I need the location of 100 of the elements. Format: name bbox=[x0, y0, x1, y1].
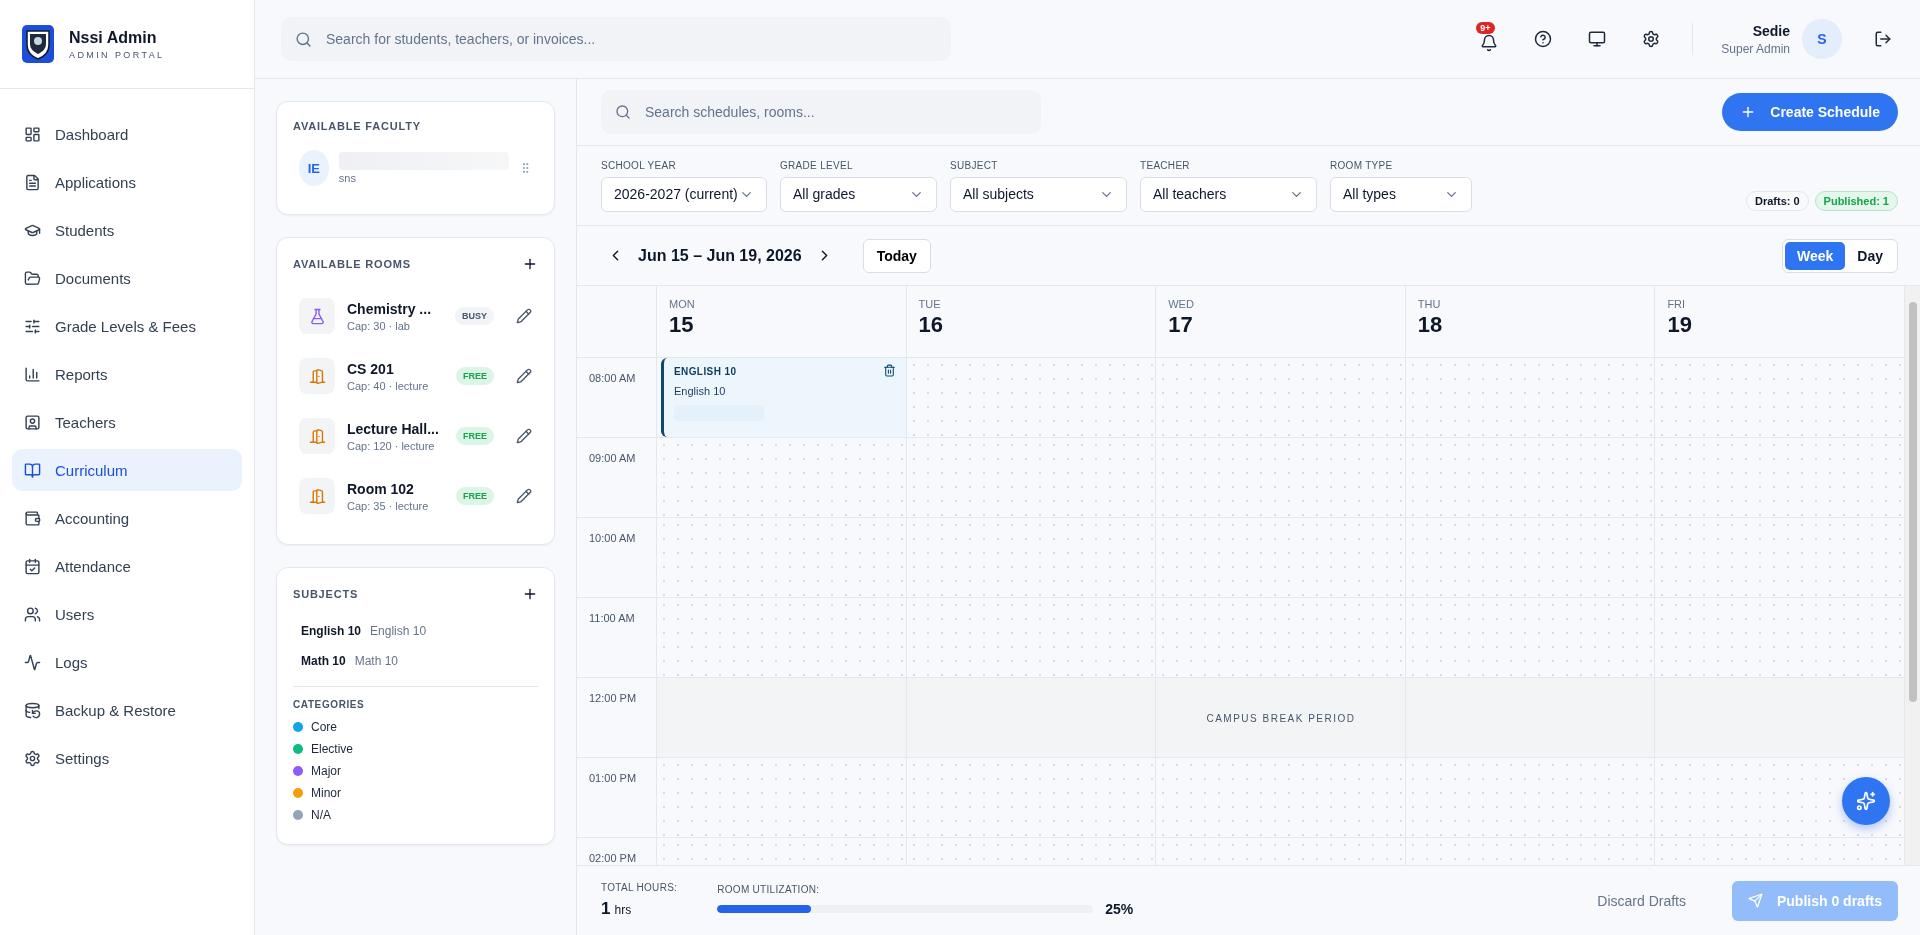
sidebar-item[interactable]: Users bbox=[12, 593, 242, 635]
logout-icon bbox=[1874, 30, 1892, 48]
subject-name: Math 10 bbox=[301, 654, 346, 668]
view-toggle[interactable]: Week bbox=[1785, 241, 1846, 270]
filter-select[interactable]: All types bbox=[1330, 176, 1472, 212]
event-title: English 10 bbox=[674, 385, 727, 397]
filter-select[interactable]: All subjects bbox=[950, 176, 1127, 212]
sidebar-item[interactable]: Grade Levels & Fees bbox=[12, 305, 242, 347]
sliders-icon bbox=[24, 317, 41, 335]
sidebar-item[interactable]: Dashboard bbox=[12, 113, 242, 155]
search-field[interactable]: Search for students, teachers, or invoices... bbox=[281, 17, 951, 61]
subject-description: English 10 bbox=[370, 624, 427, 638]
door-icon bbox=[299, 418, 335, 454]
schedule-search-input[interactable]: Search schedules, rooms... bbox=[643, 103, 1027, 121]
day-name: TUE bbox=[918, 298, 942, 310]
sidebar-item[interactable]: Teachers bbox=[12, 401, 242, 443]
edit-button[interactable] bbox=[516, 368, 532, 384]
stat-label: TOTAL HOURS: bbox=[601, 882, 678, 893]
sidebar-item[interactable]: Curriculum bbox=[12, 449, 242, 491]
stat-label: ROOM UTILIZATION: bbox=[717, 884, 821, 895]
card-title: AVAILABLE FACULTY bbox=[293, 120, 421, 132]
pencil-icon bbox=[516, 428, 532, 444]
notifications-button[interactable]: 9+ bbox=[1476, 22, 1503, 56]
today-button[interactable]: Today bbox=[862, 238, 931, 273]
edit-button[interactable] bbox=[516, 308, 532, 324]
user-role: Super Admin bbox=[1721, 41, 1790, 56]
sidebar-item[interactable]: Logs bbox=[12, 641, 242, 683]
schedule-search-field[interactable]: Search schedules, rooms... bbox=[601, 90, 1041, 134]
time-label: 10:00 AM bbox=[589, 532, 636, 544]
time-label: 08:00 AM bbox=[589, 372, 636, 384]
day-name: WED bbox=[1168, 298, 1195, 310]
room-detail: Cap: 30 · lab bbox=[347, 319, 411, 332]
sidebar-item[interactable]: Reports bbox=[12, 353, 242, 395]
day-date: 16 bbox=[918, 312, 945, 338]
book-icon bbox=[24, 461, 41, 479]
flask-icon bbox=[299, 298, 335, 334]
event-code: ENGLISH 10 bbox=[674, 366, 737, 377]
card-title: SUBJECTS bbox=[293, 588, 359, 600]
room-detail: Cap: 40 · lecture bbox=[347, 379, 430, 392]
room-name: Lecture Hall... bbox=[347, 420, 440, 437]
add-icon[interactable] bbox=[522, 586, 538, 602]
day-date: 17 bbox=[1168, 312, 1194, 338]
sidebar-item[interactable]: Accounting bbox=[12, 497, 242, 539]
send-icon bbox=[1747, 893, 1763, 908]
status-badge: BUSY bbox=[455, 307, 494, 325]
subject-description: Math 10 bbox=[354, 654, 399, 668]
settings-icon bbox=[24, 749, 41, 767]
folder-icon bbox=[24, 269, 41, 287]
sidebar-item[interactable]: Students bbox=[12, 209, 242, 251]
day-name: FRI bbox=[1667, 298, 1687, 310]
database-icon bbox=[24, 701, 41, 719]
brand-title: Nssi Admin bbox=[69, 28, 158, 47]
document-icon bbox=[24, 173, 41, 191]
bell-icon bbox=[1480, 34, 1499, 52]
time-label: 02:00 PM bbox=[589, 852, 637, 864]
sidebar-item[interactable]: Backup & Restore bbox=[12, 689, 242, 731]
activity-icon bbox=[24, 653, 41, 671]
scrollbar[interactable] bbox=[1905, 286, 1920, 865]
break-label: CAMPUS BREAK PERIOD bbox=[1206, 712, 1356, 723]
sidebar-item[interactable]: Documents bbox=[12, 257, 242, 299]
room-name: Room 102 bbox=[347, 480, 415, 497]
edit-button[interactable] bbox=[516, 428, 532, 444]
calendar-check-icon bbox=[24, 557, 41, 575]
create-schedule-button[interactable]: Create Schedule bbox=[1722, 93, 1898, 131]
view-toggle[interactable]: Day bbox=[1845, 241, 1895, 270]
sidebar-item[interactable]: Attendance bbox=[12, 545, 242, 587]
card-title: AVAILABLE ROOMS bbox=[293, 258, 411, 270]
status-badge: FREE bbox=[456, 427, 494, 445]
user-avatar[interactable]: S bbox=[1802, 19, 1842, 59]
category-label: N/A bbox=[311, 808, 331, 822]
edit-button[interactable] bbox=[516, 488, 532, 504]
filter-label: GRADE LEVEL bbox=[780, 159, 854, 171]
filter-select[interactable]: All grades bbox=[780, 176, 937, 212]
filter-select[interactable]: All teachers bbox=[1140, 176, 1317, 212]
door-icon bbox=[299, 478, 335, 514]
filter-label: TEACHER bbox=[1140, 159, 1191, 171]
add-icon[interactable] bbox=[522, 256, 538, 272]
trash-icon bbox=[882, 364, 896, 377]
help-icon bbox=[1534, 30, 1553, 48]
id-card-icon bbox=[24, 413, 41, 431]
day-date: 15 bbox=[669, 312, 695, 338]
filter-label: SCHOOL YEAR bbox=[601, 159, 677, 171]
sidebar-item[interactable]: Settings bbox=[12, 737, 242, 779]
stat-value: 1 bbox=[601, 899, 611, 919]
filter-select[interactable]: 2026-2027 (current) bbox=[601, 176, 767, 212]
time-slot[interactable] bbox=[1655, 758, 1905, 838]
discard-drafts-button[interactable]: Discard Drafts bbox=[1591, 891, 1692, 910]
user-name: Sedie bbox=[1752, 22, 1790, 39]
search-input[interactable]: Search for students, teachers, or invoices... bbox=[324, 30, 937, 48]
pencil-icon bbox=[516, 308, 532, 324]
category-label: Elective bbox=[311, 742, 354, 756]
search-icon bbox=[615, 104, 631, 120]
categories-title: CATEGORIES bbox=[293, 699, 366, 710]
delete-button[interactable] bbox=[882, 364, 896, 377]
room-name: Chemistry ... bbox=[347, 300, 433, 317]
room-detail: Cap: 120 · lecture bbox=[347, 439, 436, 452]
users-icon bbox=[24, 605, 41, 623]
sidebar-item[interactable]: Applications bbox=[12, 161, 242, 203]
day-date: 19 bbox=[1667, 312, 1693, 338]
drafts-count: Drafts: 0 bbox=[1745, 191, 1809, 211]
